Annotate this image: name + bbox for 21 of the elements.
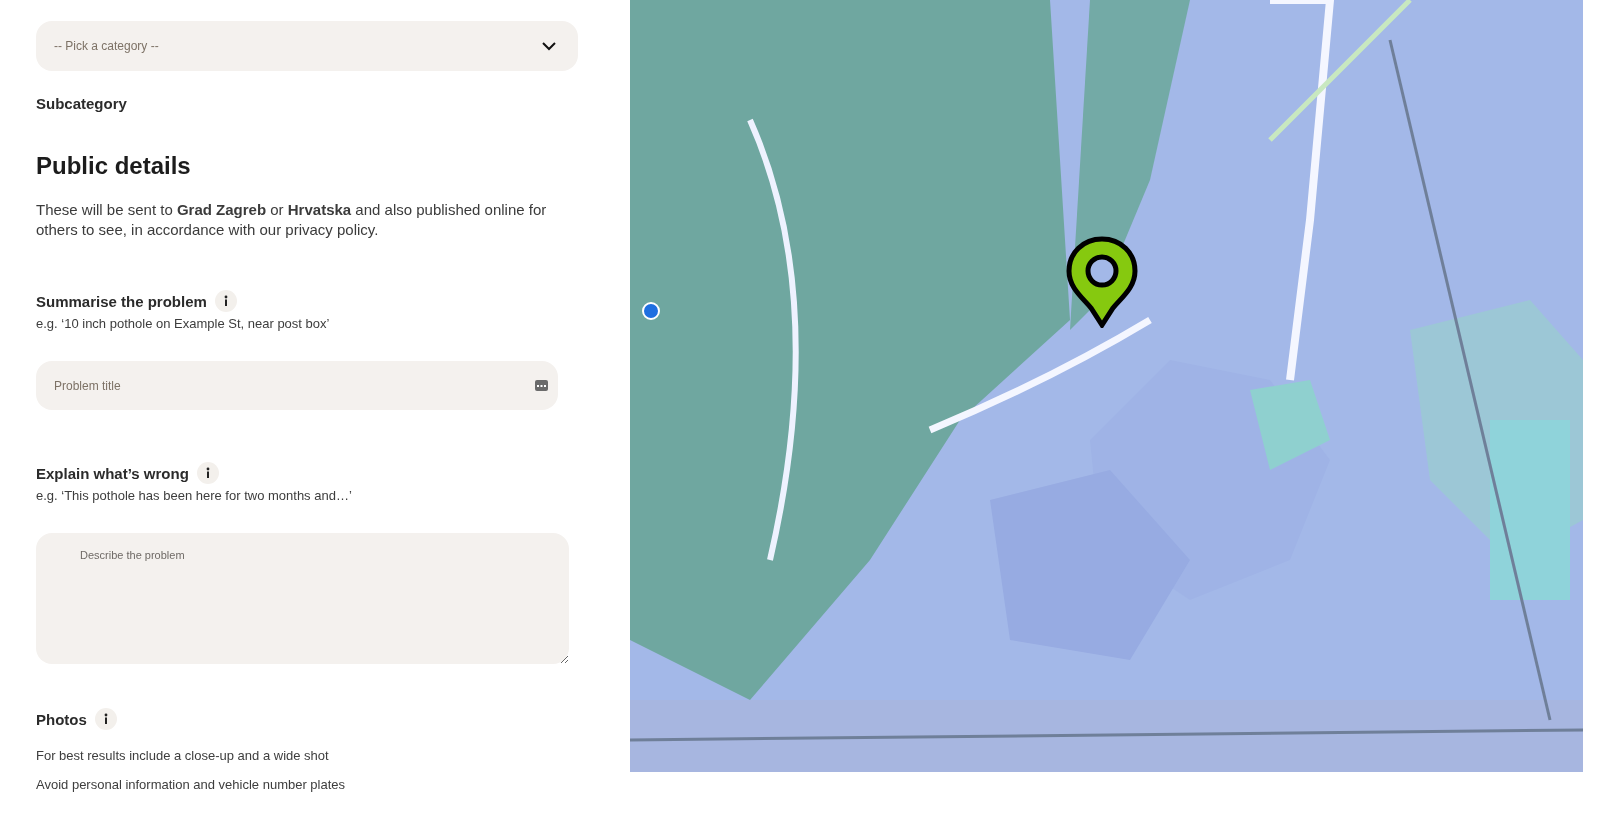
subcategory-label: Subcategory [36,95,128,112]
field-hint: e.g. ‘10 inch pothole on Example St, near post box’ [36,316,331,331]
section-heading: Public details [36,152,192,180]
chevron-down-icon [542,41,556,51]
problem-title-field[interactable]: Problem title [36,361,558,410]
photo-guideline: Avoid personal information and vehicle number plates [36,777,347,792]
photos-label: Photos [36,710,87,728]
field-label: Summarise the problem [36,292,207,310]
select-placeholder: -- Pick a category -- [54,39,159,53]
intro-paragraph: These will be sent to Grad Zagreb or Hrvatska and also published online for others to see, in accordance with our privacy policy. [36,200,548,240]
info-icon[interactable] [214,290,237,312]
field-hint: e.g. ‘This pothole has been here for two months and…’ [36,488,353,503]
description-field[interactable]: Describe the problem [36,533,569,664]
location-dot-icon [642,302,660,320]
field-label: Explain what’s wrong [36,464,189,482]
info-icon[interactable] [94,708,117,730]
info-icon[interactable] [196,462,219,484]
map-pin-icon[interactable] [1066,236,1138,328]
photo-guideline: For best results include a close-up and a wide shot [36,748,330,763]
category-select[interactable]: -- Pick a category -- [36,21,578,71]
keyboard-icon [535,380,548,391]
